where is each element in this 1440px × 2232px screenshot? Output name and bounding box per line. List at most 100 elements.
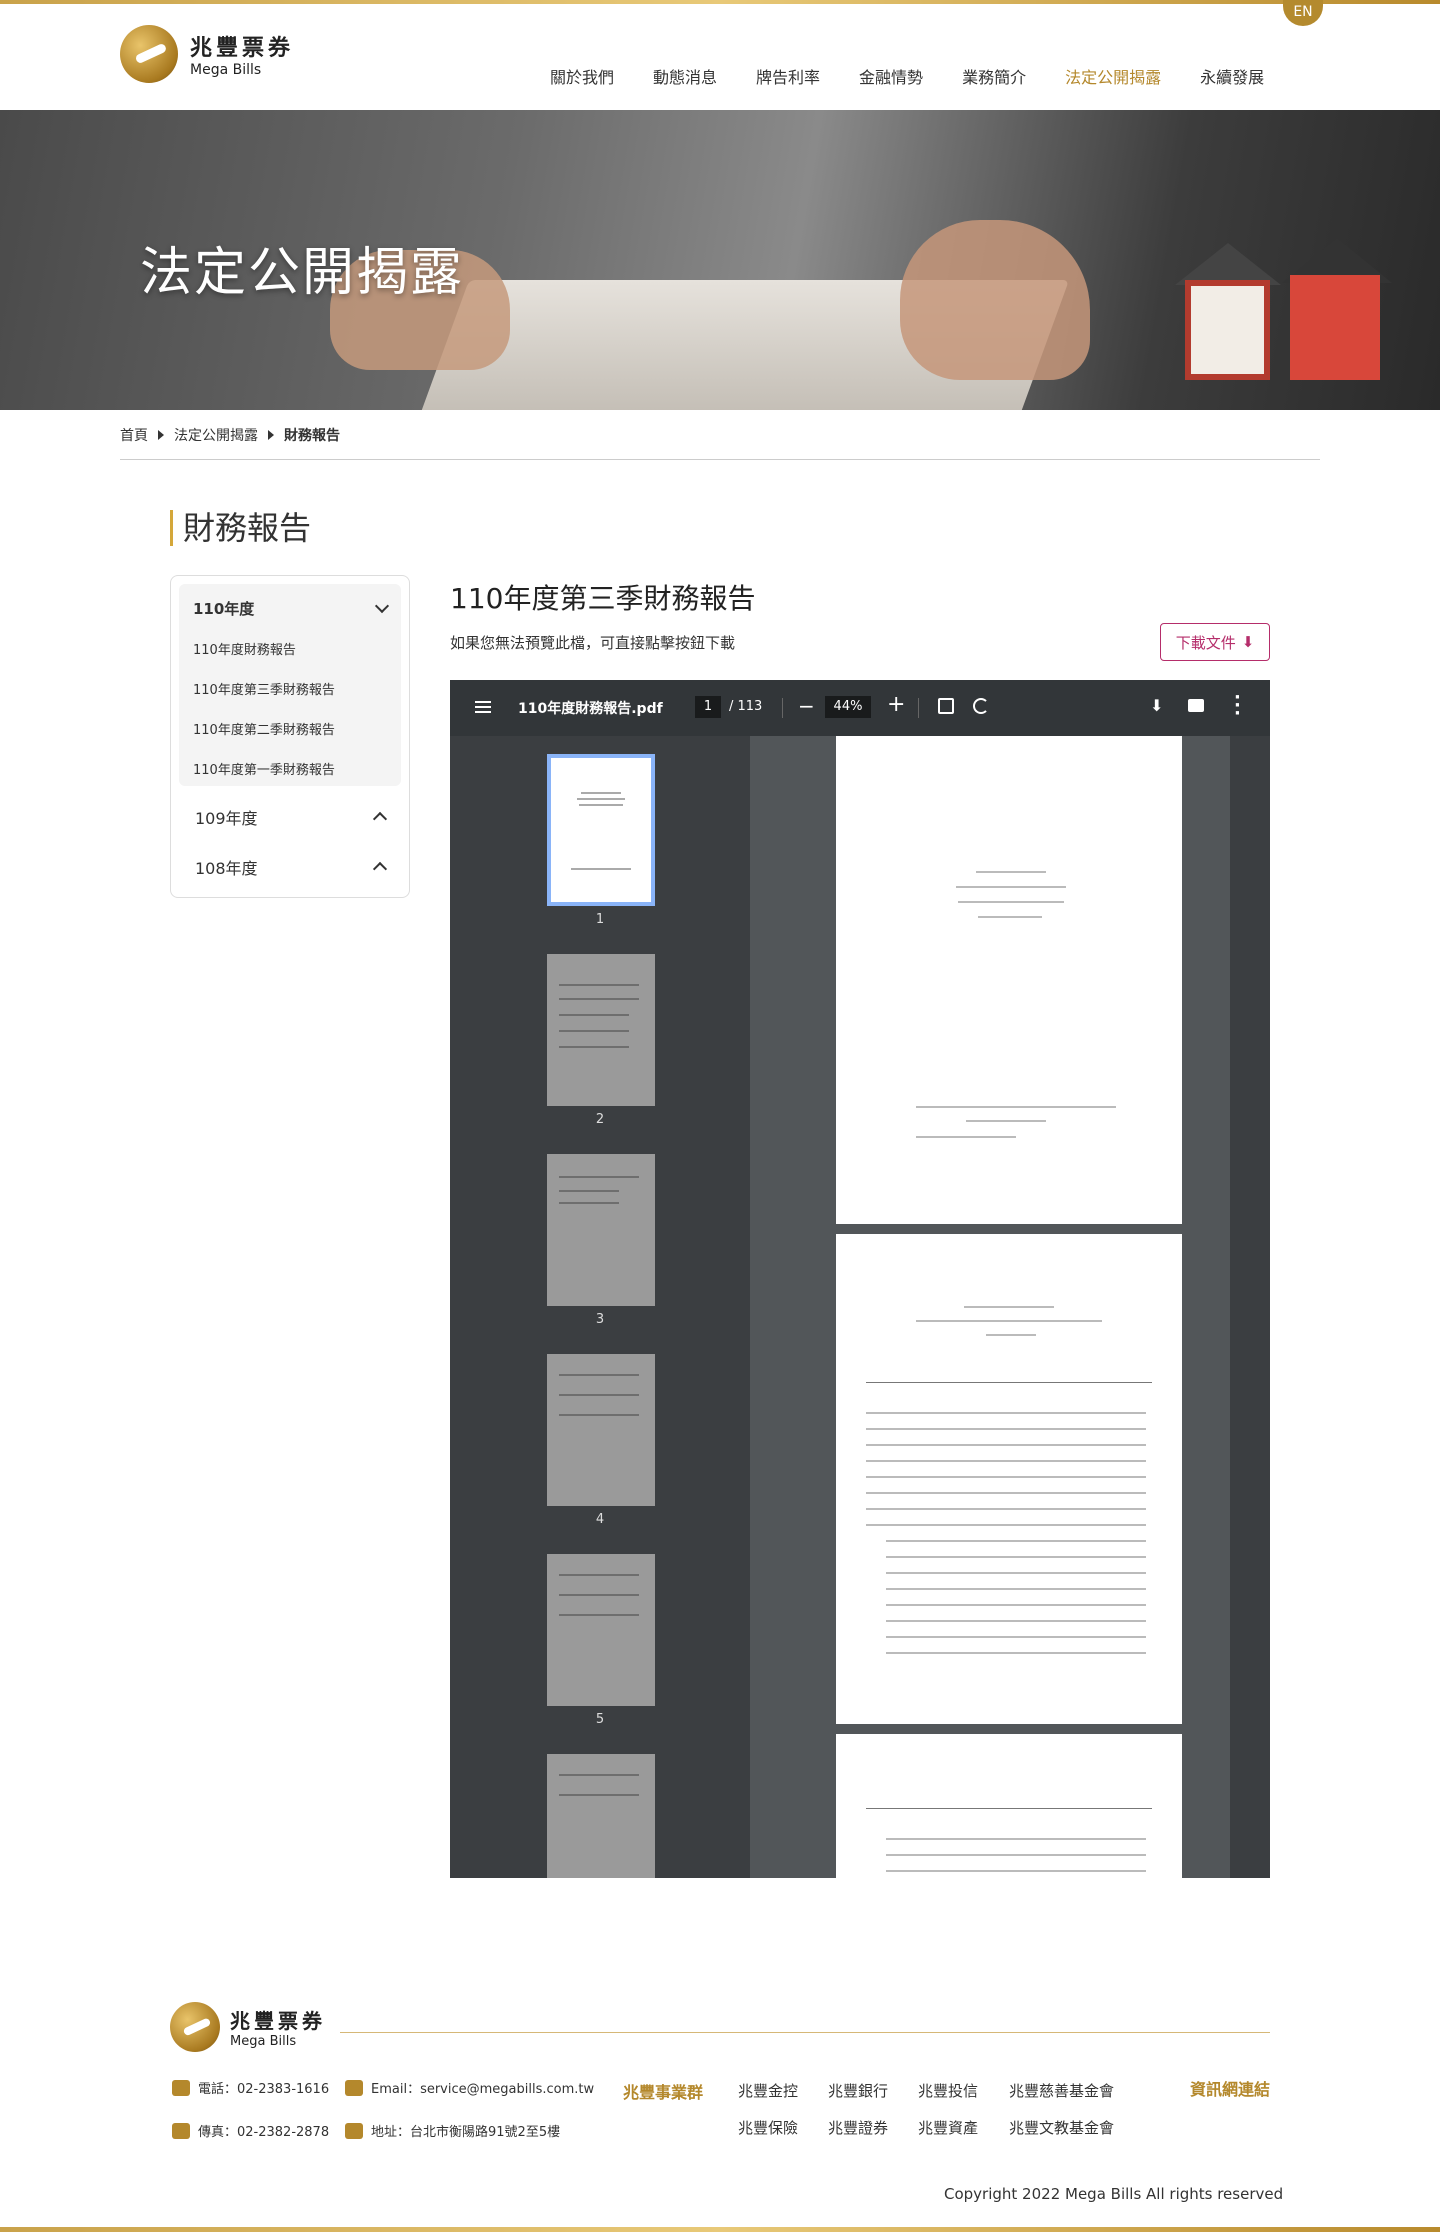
download-button[interactable]: 下載文件 ⬇ xyxy=(1160,623,1270,661)
bottom-accent-bar xyxy=(0,2227,1440,2232)
nav-news[interactable]: 動態消息 xyxy=(653,64,717,88)
year-group-108[interactable]: 108年度 xyxy=(179,842,401,892)
page-text-line xyxy=(886,1572,1146,1574)
page-thumbnail[interactable] xyxy=(547,1354,655,1506)
year-group-header[interactable]: 110年度 xyxy=(193,598,390,619)
header-logo[interactable]: 兆豐票券 Mega Bills xyxy=(120,25,294,83)
footer-link[interactable]: 兆豐慈善基金會 xyxy=(1009,2080,1114,2101)
phone-text: 電話：02-2383-1616 xyxy=(198,2082,330,2097)
footer-email: Email：service@megabills.com.tw xyxy=(345,2078,594,2097)
sidebar-item-q2[interactable]: 110年度第二季財務報告 xyxy=(193,719,387,738)
hero-hand-right xyxy=(900,220,1090,380)
main-nav: 關於我們 動態消息 牌告利率 金融情勢 業務簡介 法定公開揭露 永續發展 xyxy=(550,64,1303,88)
chevron-down-icon xyxy=(374,598,390,613)
pdf-page xyxy=(836,736,1182,1224)
thumb-text-line xyxy=(559,1014,629,1016)
page-thumbnail[interactable] xyxy=(547,1554,655,1706)
pdf-page xyxy=(836,1734,1182,1878)
year-group-109[interactable]: 109年度 xyxy=(179,792,401,842)
page-text-line xyxy=(866,1476,1146,1478)
logo-text-zh: 兆豐票券 xyxy=(230,2009,326,2033)
toolbar-divider xyxy=(782,698,783,718)
email-text[interactable]: Email：service@megabills.com.tw xyxy=(371,2078,594,2097)
zoom-out-icon[interactable]: − xyxy=(798,694,815,718)
year-sidebar: 110年度 110年度財務報告 110年度第三季財務報告 110年度第二季財務報… xyxy=(170,575,410,898)
pdf-viewer[interactable]: 110年度財務報告.pdf 1 / 113 − 44% + ⬇ · · · 1 2 xyxy=(450,680,1270,1878)
viewer-scroll-gutter[interactable] xyxy=(1230,736,1270,1878)
zoom-in-icon[interactable]: + xyxy=(887,692,905,717)
year-group-label: 108年度 xyxy=(195,859,258,878)
page-text-line xyxy=(966,1120,1046,1122)
chevron-up-icon xyxy=(372,811,388,827)
thumbnail-number: 5 xyxy=(595,1712,605,1727)
thumb-text-line xyxy=(579,804,623,806)
sidebar-item-q3[interactable]: 110年度第三季財務報告 xyxy=(193,679,387,698)
footer-link[interactable]: 兆豐保險 xyxy=(738,2117,798,2138)
hero-title: 法定公開揭露 xyxy=(140,243,465,303)
footer-link[interactable]: 兆豐資產 xyxy=(918,2117,978,2138)
zoom-level[interactable]: 44% xyxy=(825,696,871,718)
pdf-download-icon[interactable]: ⬇ xyxy=(1150,696,1163,715)
page-text-line xyxy=(886,1604,1146,1606)
footer-link[interactable]: 兆豐投信 xyxy=(918,2080,978,2101)
page-text-line xyxy=(916,1320,1102,1322)
toolbar-divider xyxy=(918,698,919,718)
thumb-text-line xyxy=(559,984,639,986)
page-input[interactable]: 1 xyxy=(695,696,721,718)
footer-info-links[interactable]: 資訊網連結 xyxy=(1190,2076,1270,2100)
nav-business[interactable]: 業務簡介 xyxy=(962,64,1026,88)
thumb-text-line xyxy=(581,792,621,794)
nav-rates[interactable]: 牌告利率 xyxy=(756,64,820,88)
page-text-line xyxy=(886,1620,1146,1622)
download-icon: ⬇ xyxy=(1241,633,1255,651)
page-text-line xyxy=(886,1870,1146,1872)
page-text-line xyxy=(866,1444,1146,1446)
breadcrumb: 首頁 法定公開揭露 財務報告 xyxy=(120,425,340,445)
page-total: / 113 xyxy=(729,699,763,714)
logo-text-en: Mega Bills xyxy=(190,62,262,78)
year-group-open: 110年度 110年度財務報告 110年度第三季財務報告 110年度第二季財務報… xyxy=(179,584,401,786)
breadcrumb-home[interactable]: 首頁 xyxy=(120,425,148,445)
nav-market[interactable]: 金融情勢 xyxy=(859,64,923,88)
page-text-line xyxy=(886,1838,1146,1840)
thumbnail-panel: 1 2 3 4 5 xyxy=(450,736,750,1878)
page-text-line xyxy=(964,1306,1054,1308)
page-text-line xyxy=(886,1636,1146,1638)
pdf-toolbar: 110年度財務報告.pdf 1 / 113 − 44% + ⬇ · · · xyxy=(450,680,1270,736)
footer-link[interactable]: 兆豐文教基金會 xyxy=(1009,2117,1114,2138)
footer-address: 地址：台北市衡陽路91號2至5樓 xyxy=(345,2121,560,2140)
nav-about[interactable]: 關於我們 xyxy=(550,64,614,88)
nav-sustainability[interactable]: 永續發展 xyxy=(1200,64,1264,88)
menu-icon[interactable] xyxy=(475,701,491,713)
breadcrumb-parent[interactable]: 法定公開揭露 xyxy=(174,425,258,445)
language-switch-en[interactable]: EN xyxy=(1283,0,1323,26)
page-thumbnail[interactable] xyxy=(547,954,655,1106)
thumb-text-line xyxy=(559,1614,639,1616)
thumb-text-line xyxy=(559,1774,639,1776)
print-icon[interactable] xyxy=(1188,699,1204,712)
footer-fax: 傳真：02-2382-2878 xyxy=(172,2121,329,2140)
fit-page-icon[interactable] xyxy=(938,698,954,714)
footer-link[interactable]: 兆豐金控 xyxy=(738,2080,798,2101)
breadcrumb-arrow-icon xyxy=(158,430,164,440)
page-text-line xyxy=(916,1106,1116,1108)
thumb-text-line xyxy=(559,1414,639,1416)
section-title: 財務報告 xyxy=(170,510,311,546)
footer-link[interactable]: 兆豐銀行 xyxy=(828,2080,888,2101)
footer-link[interactable]: 兆豐證券 xyxy=(828,2117,888,2138)
footer-logo[interactable]: 兆豐票券 Mega Bills xyxy=(170,2002,326,2052)
page-thumbnail[interactable] xyxy=(547,1754,655,1878)
page-text-line xyxy=(866,1460,1146,1462)
footer-phone: 電話：02-2383-1616 xyxy=(172,2078,329,2097)
sidebar-item-q1[interactable]: 110年度第一季財務報告 xyxy=(193,759,387,778)
more-options-icon[interactable]: · · · xyxy=(1234,689,1241,723)
page-text-line xyxy=(886,1652,1146,1654)
copyright: Copyright 2022 Mega Bills All rights res… xyxy=(944,2185,1284,2203)
page-thumbnail[interactable] xyxy=(547,1154,655,1306)
sidebar-item-report[interactable]: 110年度財務報告 xyxy=(193,639,387,658)
page-thumbnail[interactable] xyxy=(547,754,655,906)
nav-disclosure[interactable]: 法定公開揭露 xyxy=(1065,64,1161,88)
thumb-text-line xyxy=(571,868,631,870)
rotate-icon[interactable] xyxy=(973,698,989,714)
mail-icon xyxy=(345,2079,363,2096)
